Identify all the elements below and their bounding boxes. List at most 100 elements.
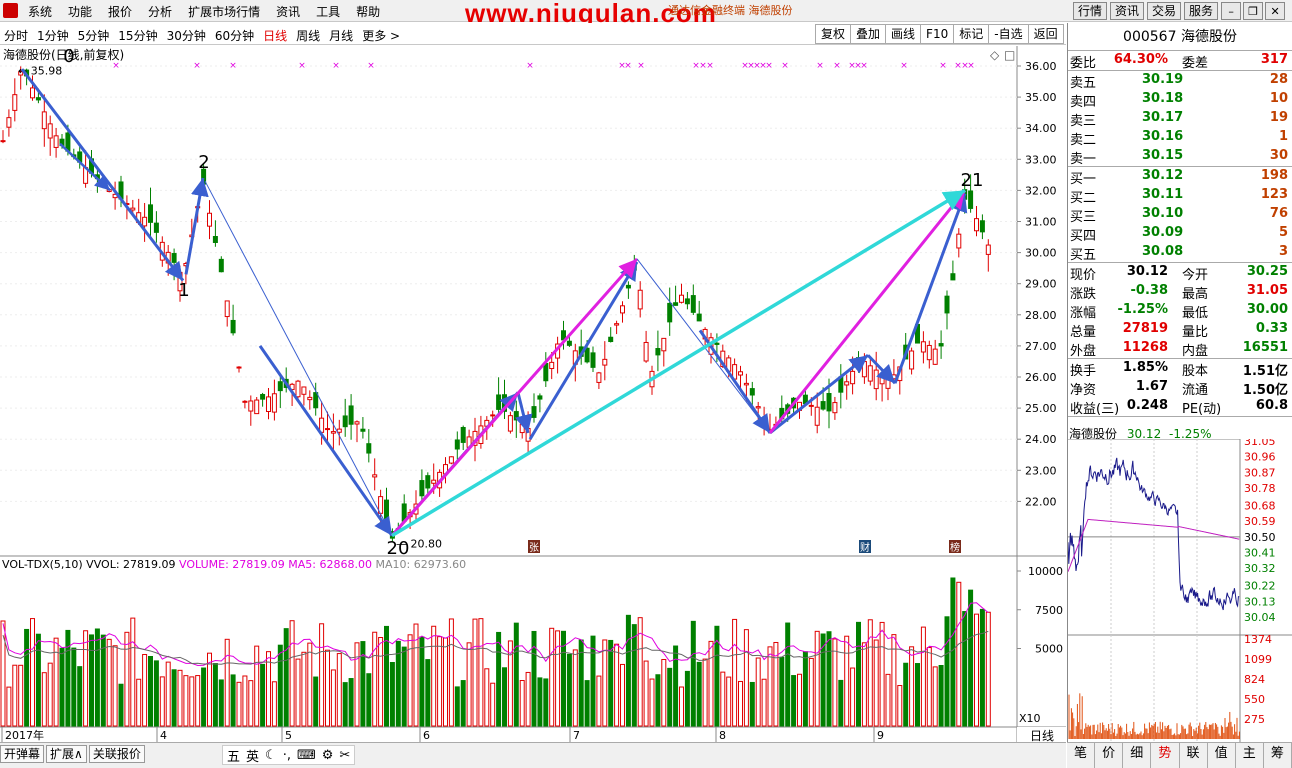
ime-icon-4[interactable]: ⌨ bbox=[297, 748, 316, 763]
volume-bar bbox=[850, 667, 856, 727]
ime-icon-3[interactable]: ·, bbox=[283, 748, 291, 763]
minimize-icon[interactable]: – bbox=[1221, 2, 1242, 20]
candle-body bbox=[171, 253, 177, 263]
dayline-label[interactable]: 日线 bbox=[1017, 727, 1067, 743]
stat2-row-2-label: 收益(三) bbox=[1070, 402, 1120, 417]
period-tab-3[interactable]: 15分钟 bbox=[118, 27, 157, 44]
stat1-row-0-value: 30.12 bbox=[1126, 264, 1168, 279]
volume-bar bbox=[159, 676, 165, 727]
bottom-tab-0[interactable]: 开弹幕 bbox=[0, 745, 45, 763]
volume-bar bbox=[283, 628, 289, 727]
volume-bar bbox=[915, 663, 920, 727]
jiaoyi-button[interactable]: 交易 bbox=[1147, 2, 1182, 20]
price-axis-label: 36.00 bbox=[1025, 60, 1057, 73]
period-tab-0[interactable]: 分时 bbox=[4, 27, 28, 44]
volume-bar bbox=[779, 656, 785, 727]
volume-bar bbox=[325, 649, 330, 727]
volume-bar bbox=[791, 675, 797, 727]
right-tab-6[interactable]: 主 bbox=[1236, 743, 1264, 768]
right-tab-4[interactable]: 联 bbox=[1180, 743, 1208, 768]
menu-item-2[interactable]: 报价 bbox=[108, 3, 132, 20]
ime-icon-0[interactable]: 五 bbox=[227, 746, 240, 765]
period-tab-8[interactable]: 月线 bbox=[329, 27, 353, 44]
candle-body bbox=[661, 337, 667, 352]
volume-bar bbox=[307, 642, 313, 727]
right-tab-2[interactable]: 细 bbox=[1123, 743, 1152, 768]
hangqing-button[interactable]: 行情 bbox=[1073, 2, 1108, 20]
tool-button-1[interactable]: 叠加 bbox=[851, 24, 887, 44]
ime-icon-5[interactable]: ⚙ bbox=[322, 748, 334, 763]
volume-bar bbox=[24, 628, 30, 727]
tool-button-2[interactable]: 画线 bbox=[886, 24, 922, 44]
menu-item-1[interactable]: 功能 bbox=[68, 3, 92, 20]
restore-icon[interactable]: ❐ bbox=[1243, 2, 1264, 20]
right-tab-7[interactable]: 筹 bbox=[1264, 743, 1292, 768]
ime-icon-1[interactable]: 英 bbox=[246, 746, 259, 765]
period-tab-6[interactable]: 日线 bbox=[263, 27, 287, 44]
volume-bar bbox=[218, 679, 224, 727]
volume-bar bbox=[484, 668, 490, 727]
menu-item-5[interactable]: 资讯 bbox=[276, 3, 300, 20]
close-icon[interactable]: ✕ bbox=[1265, 2, 1286, 20]
kline-chart[interactable]: 36.00 35.00 34.00 33.00 32.00 31.00 30.00 29.00… bbox=[0, 46, 1066, 742]
right-tab-0[interactable]: 笔 bbox=[1067, 743, 1096, 768]
bid-row-2-vol: 76 bbox=[1269, 206, 1288, 221]
candle-body bbox=[330, 431, 336, 434]
stat2-row-1-value2: 1.50亿 bbox=[1242, 383, 1288, 398]
tool-button-4[interactable]: 标记 bbox=[954, 24, 990, 44]
right-tab-5[interactable]: 值 bbox=[1208, 743, 1236, 768]
intraday-mini-chart[interactable]: 31.05 30.96 30.87 30.78 30.68 30.59 30.50 30.41… bbox=[1068, 439, 1292, 742]
volume-bar bbox=[608, 639, 614, 727]
menu-item-6[interactable]: 工具 bbox=[316, 3, 340, 20]
stock-name: 海德股份 bbox=[1180, 29, 1237, 45]
weibi-label: 委比 bbox=[1070, 56, 1097, 71]
period-tab-9[interactable]: 更多 > bbox=[362, 27, 400, 44]
tool-button-3[interactable]: F10 bbox=[921, 24, 955, 44]
volume-bar bbox=[295, 658, 301, 727]
candle-body bbox=[230, 319, 236, 334]
volume-bar bbox=[389, 662, 395, 727]
stat1-row-2-label2: 最低 bbox=[1182, 306, 1209, 321]
volume-bar bbox=[649, 678, 655, 727]
signal-star-mark: × bbox=[229, 61, 237, 71]
period-tab-1[interactable]: 1分钟 bbox=[37, 27, 69, 44]
volume-bar bbox=[118, 683, 124, 727]
volume-bar bbox=[342, 682, 348, 727]
ask-row-0-price: 30.19 bbox=[1142, 72, 1184, 87]
candle-body bbox=[537, 395, 543, 400]
candle-body bbox=[696, 313, 702, 322]
menu-item-0[interactable]: 系统 bbox=[28, 3, 52, 20]
menu-item-3[interactable]: 分析 bbox=[148, 3, 172, 20]
period-tab-5[interactable]: 60分钟 bbox=[215, 27, 254, 44]
right-tab-3[interactable]: 势 bbox=[1151, 743, 1180, 768]
stat1-row-3-value2: 0.33 bbox=[1255, 321, 1288, 336]
menu-item-7[interactable]: 帮助 bbox=[356, 3, 380, 20]
ime-icon-6[interactable]: ✂ bbox=[339, 748, 350, 763]
right-tab-1[interactable]: 价 bbox=[1095, 743, 1124, 768]
period-tab-2[interactable]: 5分钟 bbox=[78, 27, 110, 44]
period-tab-7[interactable]: 周线 bbox=[296, 27, 320, 44]
volume-bar bbox=[490, 682, 496, 727]
fuwu-button[interactable]: 服务 bbox=[1184, 2, 1219, 20]
stat1-row-4-label: 外盘 bbox=[1070, 344, 1097, 359]
ime-icon-2[interactable]: ☾ bbox=[265, 748, 277, 763]
period-tab-4[interactable]: 30分钟 bbox=[167, 27, 206, 44]
volume-bar bbox=[826, 631, 832, 727]
menu-bar: 系统 功能 报价 分析 扩展市场行情 资讯 工具 帮助 www.niugulan.com 通达… bbox=[0, 0, 1292, 28]
app-logo-icon[interactable] bbox=[3, 3, 18, 18]
bid-row-4: 买五 30.08 3 bbox=[1068, 243, 1292, 263]
tool-button-0[interactable]: 复权 bbox=[815, 24, 852, 44]
tool-button-6[interactable]: 返回 bbox=[1028, 24, 1064, 44]
tool-button-5[interactable]: -自选 bbox=[989, 24, 1029, 44]
volume-bar bbox=[885, 673, 891, 727]
volume-bar bbox=[94, 628, 100, 727]
date-axis-label: 5 bbox=[285, 729, 292, 742]
kline-chart-area[interactable]: 36.00 35.00 34.00 33.00 32.00 31.00 30.00 29.00… bbox=[0, 46, 1066, 742]
zixun-button[interactable]: 资讯 bbox=[1110, 2, 1145, 20]
candle-body bbox=[867, 365, 873, 382]
bottom-tab-1[interactable]: 扩展∧ bbox=[46, 745, 87, 763]
signal-star-mark: × bbox=[637, 61, 645, 71]
menu-item-4[interactable]: 扩展市场行情 bbox=[188, 3, 260, 20]
volume-bar bbox=[926, 647, 932, 727]
bottom-tab-2[interactable]: 关联报价 bbox=[88, 745, 145, 763]
